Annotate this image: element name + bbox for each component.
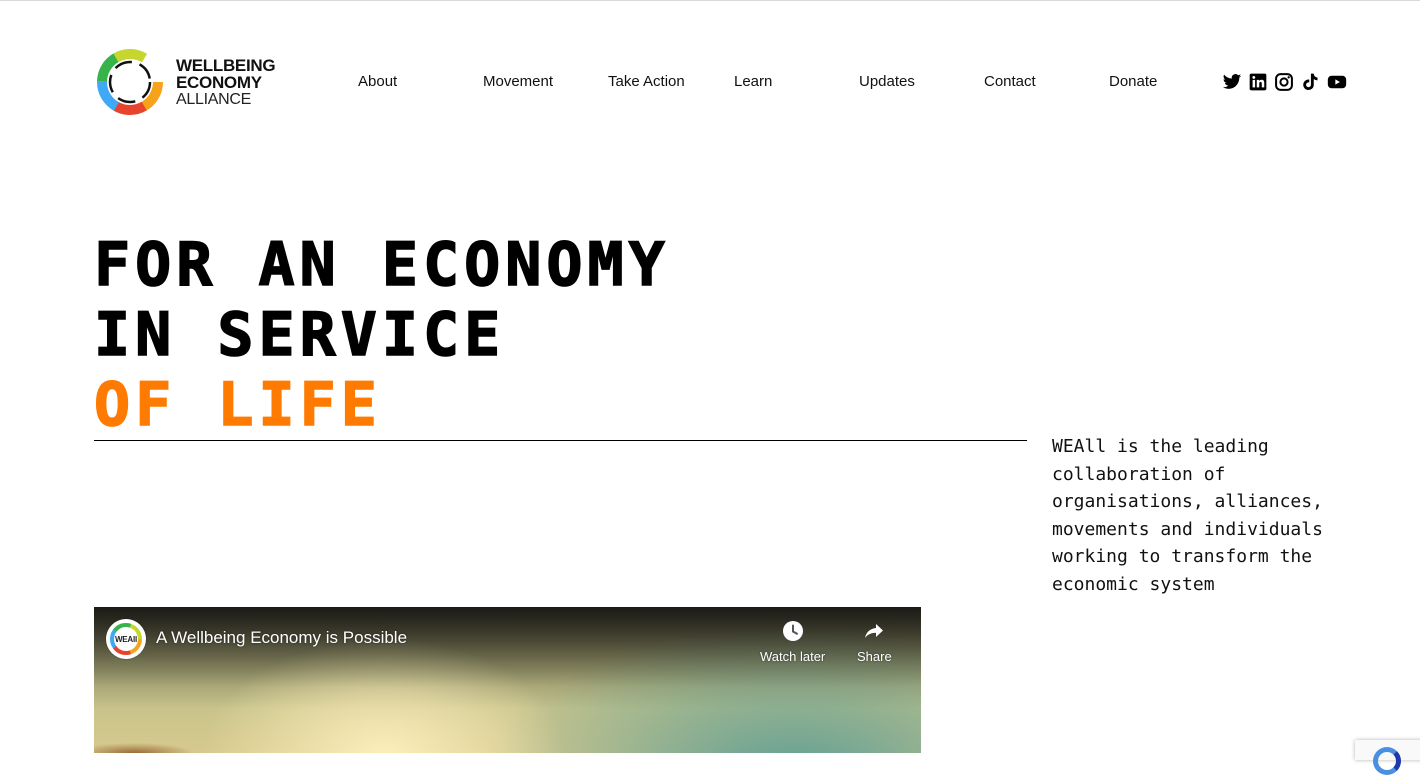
nav-item-donate[interactable]: Donate <box>1109 73 1157 91</box>
logo-line-3: ALLIANCE <box>176 90 251 108</box>
watch-later-label: Watch later <box>760 649 826 664</box>
nav-item-contact[interactable]: Contact <box>984 73 1036 91</box>
video-title[interactable]: A Wellbeing Economy is Possible <box>156 628 407 648</box>
logo-line-2: ECONOMY <box>176 72 262 92</box>
hero-title-line-1: For an economy <box>93 229 670 301</box>
hero-title-line-2: in service <box>93 299 506 371</box>
nav-item-take-action[interactable]: Take Action <box>608 73 685 91</box>
nav-item-learn[interactable]: Learn <box>734 73 772 91</box>
top-border <box>0 0 1420 1</box>
channel-avatar[interactable]: WEAll <box>106 619 146 659</box>
nav-item-movement[interactable]: Movement <box>483 73 553 91</box>
clock-icon <box>781 619 805 643</box>
linkedin-icon[interactable] <box>1248 72 1268 92</box>
logo-line-1: WELLBEING <box>176 55 276 75</box>
nav-item-updates[interactable]: Updates <box>859 73 915 91</box>
share-label: Share <box>857 649 892 664</box>
hero-tagline: WEAll is the leading collaboration of or… <box>1052 436 1323 595</box>
social-links <box>1222 71 1348 93</box>
tiktok-icon[interactable] <box>1300 72 1320 92</box>
video-thumbnail-detail <box>94 739 214 753</box>
logo-wordmark: WELLBEING ECONOMY ALLIANCE <box>176 55 276 108</box>
recaptcha-badge[interactable] <box>1355 740 1420 775</box>
share-button[interactable]: Share <box>857 619 892 664</box>
logo-link[interactable]: WELLBEING ECONOMY ALLIANCE <box>94 46 284 118</box>
hero-title-line-3: of life <box>93 369 382 441</box>
youtube-icon[interactable] <box>1326 72 1348 92</box>
nav-item-about[interactable]: About <box>358 73 397 91</box>
video-player[interactable]: WEAll A Wellbeing Economy is Possible Wa… <box>94 607 921 753</box>
logo-icon <box>97 49 163 115</box>
twitter-icon[interactable] <box>1222 72 1242 92</box>
hero-title: For an economy in service of life <box>93 229 670 441</box>
instagram-icon[interactable] <box>1274 72 1294 92</box>
share-icon <box>862 619 886 643</box>
watch-later-button[interactable]: Watch later <box>760 619 825 664</box>
channel-avatar-label: WEAll <box>114 634 138 644</box>
recaptcha-icon <box>1373 747 1401 775</box>
hero-divider <box>94 440 1027 441</box>
